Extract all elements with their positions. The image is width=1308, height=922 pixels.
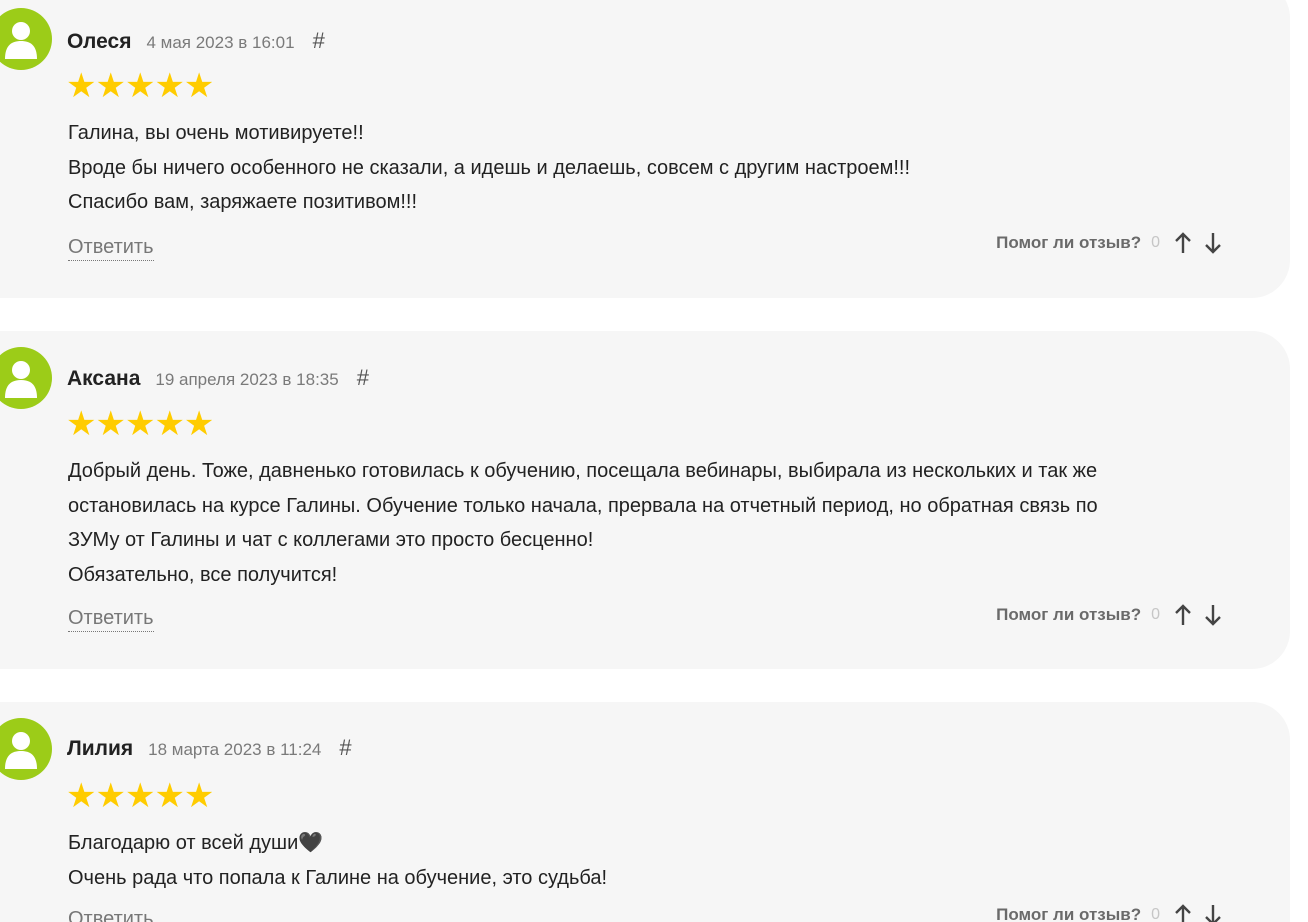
avatar — [0, 347, 52, 409]
helpful-vote: Помог ли отзыв? 0 — [996, 603, 1222, 627]
review-header: Аксана 19 апреля 2023 в 18:35 # — [67, 365, 369, 391]
helpful-count: 0 — [1151, 606, 1160, 623]
review-text-line: Вроде бы ничего особенного не сказали, а… — [68, 156, 911, 179]
review-card: Аксана 19 апреля 2023 в 18:35 # ★★★★★ До… — [0, 331, 1290, 669]
review-card: Лилия 18 марта 2023 в 11:24 # ★★★★★ Благ… — [0, 702, 1290, 922]
arrow-up-icon[interactable] — [1174, 231, 1192, 255]
review-text-line: Обязательно, все получится! — [68, 563, 338, 586]
avatar — [0, 718, 52, 780]
user-silhouette-icon — [5, 732, 37, 769]
permalink-hash[interactable]: # — [313, 28, 325, 54]
helpful-vote: Помог ли отзыв? 0 — [996, 231, 1222, 255]
arrow-down-icon[interactable] — [1204, 903, 1222, 922]
user-silhouette-icon — [5, 361, 37, 398]
star-rating: ★★★★★ — [66, 777, 214, 815]
helpful-count: 0 — [1151, 234, 1160, 251]
arrow-down-icon[interactable] — [1204, 231, 1222, 255]
reply-link[interactable]: Ответить — [68, 235, 154, 261]
review-card: Олеся 4 мая 2023 в 16:01 # ★★★★★ Галина,… — [0, 0, 1290, 298]
arrow-up-icon[interactable] — [1174, 903, 1192, 922]
helpful-question: Помог ли отзыв? — [996, 605, 1142, 624]
review-date: 18 марта 2023 в 11:24 — [148, 740, 322, 759]
reply-link[interactable]: Ответить — [68, 606, 154, 632]
review-text-line: остановилась на курсе Галины. Обучение т… — [68, 494, 1098, 517]
reply-link[interactable]: Ответить — [68, 907, 154, 922]
helpful-count: 0 — [1151, 906, 1160, 922]
review-header: Лилия 18 марта 2023 в 11:24 # — [67, 735, 352, 761]
review-text-line: Благодарю от всей души🖤 — [68, 832, 324, 854]
arrow-down-icon[interactable] — [1204, 603, 1222, 627]
permalink-hash[interactable]: # — [357, 365, 369, 391]
reviews-page: Олеся 4 мая 2023 в 16:01 # ★★★★★ Галина,… — [0, 0, 1308, 922]
review-text: Добрый день. Тоже, давненько готовилась … — [68, 454, 1248, 592]
helpful-question: Помог ли отзыв? — [996, 233, 1142, 252]
star-rating: ★★★★★ — [66, 405, 214, 443]
permalink-hash[interactable]: # — [339, 735, 351, 761]
arrow-up-icon[interactable] — [1174, 603, 1192, 627]
review-author: Лилия — [67, 737, 134, 760]
review-text-line: Галина, вы очень мотивируете!! — [68, 122, 364, 144]
review-date: 19 апреля 2023 в 18:35 — [155, 370, 339, 389]
review-text-line: ЗУМу от Галины и чат с коллегами это про… — [68, 529, 594, 551]
review-text-line: Добрый день. Тоже, давненько готовилась … — [68, 460, 1098, 482]
review-text-line: Очень рада что попала к Галине на обучен… — [68, 866, 608, 889]
review-date: 4 мая 2023 в 16:01 — [146, 33, 295, 52]
review-author: Олеся — [67, 30, 132, 53]
star-rating: ★★★★★ — [66, 67, 214, 105]
review-text-line: Спасибо вам, заряжаете позитивом!!! — [68, 191, 418, 213]
review-text: Благодарю от всей души🖤 Очень рада что п… — [68, 826, 1248, 895]
review-text: Галина, вы очень мотивируете!! Вроде бы … — [68, 116, 1248, 220]
avatar — [0, 8, 52, 70]
review-author: Аксана — [67, 367, 141, 390]
user-silhouette-icon — [5, 22, 37, 59]
helpful-question: Помог ли отзыв? — [996, 905, 1142, 922]
review-header: Олеся 4 мая 2023 в 16:01 # — [67, 28, 325, 54]
helpful-vote: Помог ли отзыв? 0 — [996, 903, 1222, 922]
